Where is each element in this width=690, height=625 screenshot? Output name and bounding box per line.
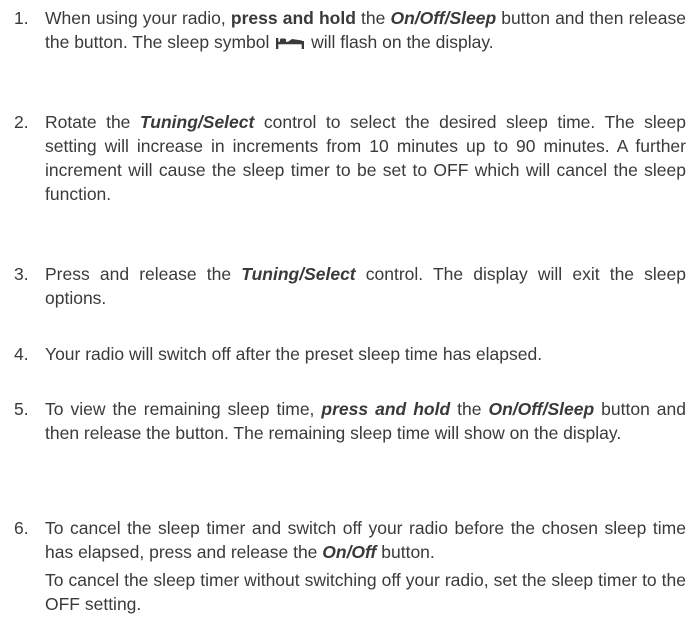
step-4: 4. Your radio will switch off after the … [0, 342, 686, 366]
step-number: 2. [14, 112, 29, 132]
step-number: 5. [14, 399, 29, 419]
manual-page: 1. When using your radio, press and hold… [0, 0, 690, 625]
step-text: Your radio will switch off after the pre… [45, 344, 543, 364]
step-text: Press and release the Tuning/Select cont… [45, 264, 687, 308]
button-name-on-off: On/Off [322, 542, 377, 562]
step-number: 6. [14, 518, 29, 538]
step-text: To view the remaining sleep time, press … [45, 399, 687, 443]
step-number: 4. [14, 344, 29, 364]
step-1: 1. When using your radio, press and hold… [0, 6, 686, 56]
step-6: 6. To cancel the sleep timer and switch … [0, 516, 686, 616]
emphasis-press-and-hold: press and hold [230, 8, 356, 28]
sleep-symbol-icon [275, 32, 305, 56]
step-number: 3. [14, 264, 29, 284]
button-name-on-off-sleep: On/Off/Sleep [390, 8, 497, 28]
step-text: To cancel the sleep timer and switch off… [45, 518, 686, 614]
step-number: 1. [14, 8, 29, 28]
step-3: 3. Press and release the Tuning/Select c… [0, 262, 686, 310]
step-text: When using your radio, press and hold th… [45, 6, 686, 56]
step-2: 2. Rotate the Tuning/Select control to s… [0, 110, 686, 206]
step-note: To cancel the sleep timer without switch… [45, 570, 686, 614]
control-name-tuning-select: Tuning/Select [139, 112, 255, 132]
step-5: 5. To view the remaining sleep time, pre… [0, 397, 686, 445]
control-name-tuning-select: Tuning/Select [241, 264, 356, 284]
button-name-on-off-sleep: On/Off/Sleep [488, 399, 595, 419]
step-text: Rotate the Tuning/Select control to sele… [45, 112, 686, 204]
emphasis-press-and-hold: press and hold [321, 399, 451, 419]
